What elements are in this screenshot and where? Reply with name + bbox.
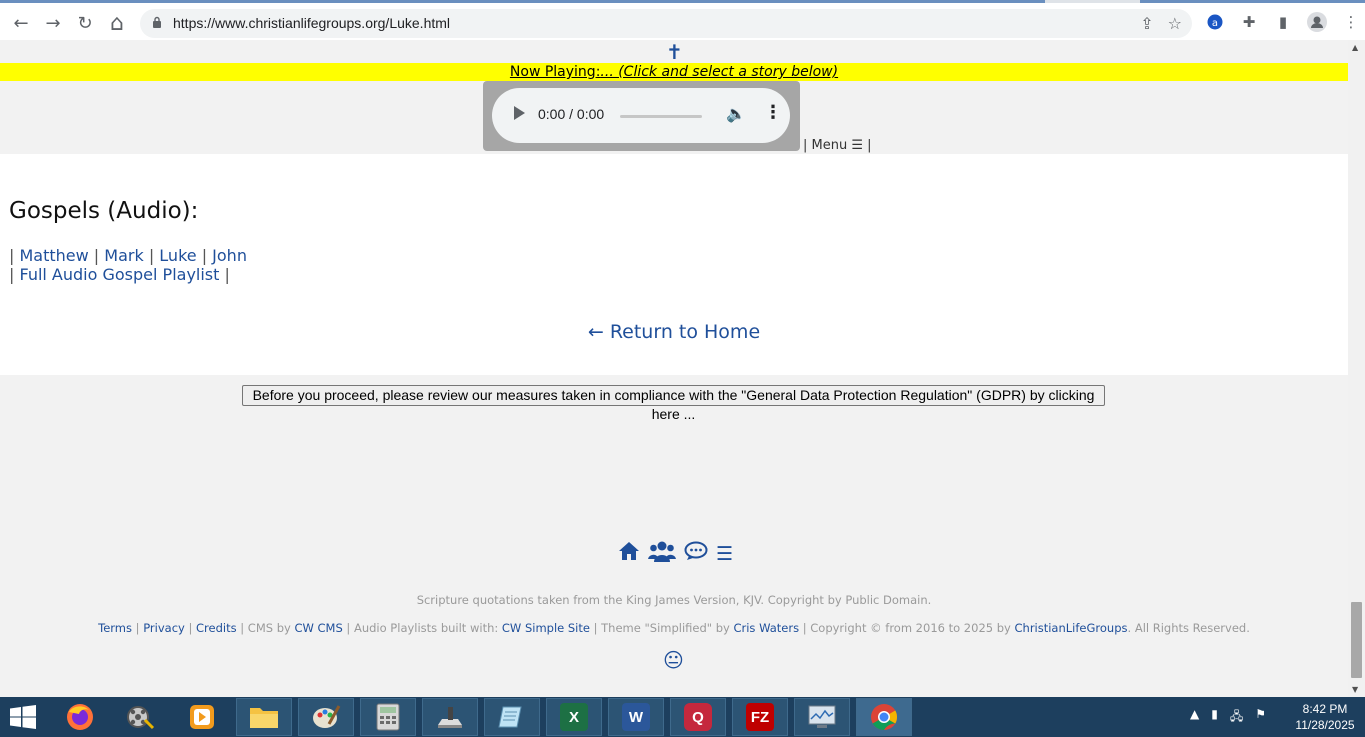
theme-text: Theme "Simplified" by bbox=[601, 621, 730, 635]
gdpr-button[interactable]: Before you proceed, please review our me… bbox=[242, 385, 1105, 422]
svg-text:a: a bbox=[1212, 18, 1218, 29]
reload-button[interactable]: ↻ bbox=[73, 11, 97, 35]
scanner-taskbar-icon[interactable] bbox=[422, 698, 478, 736]
windows-taskbar: X W Q FZ ▲ ▮ 🖧 ⚑ 8:42 PM 11/28/2025 bbox=[0, 697, 1365, 737]
address-bar[interactable]: https://www.christianlifegroups.org/Luke… bbox=[140, 9, 1192, 38]
scroll-up-icon[interactable]: ▲ bbox=[1352, 43, 1358, 52]
chat-icon[interactable] bbox=[684, 541, 708, 566]
menu-suffix: | bbox=[863, 138, 872, 153]
christianlifegroups-link[interactable]: ChristianLifeGroups bbox=[1015, 621, 1128, 635]
tray-chevron-icon[interactable]: ▲ bbox=[1190, 707, 1199, 728]
clock-time: 8:42 PM bbox=[1302, 702, 1348, 716]
home-button[interactable]: ⌂ bbox=[105, 11, 129, 36]
player-taskbar-icon[interactable] bbox=[174, 698, 230, 736]
return-home-link-row: ← Return to Home bbox=[0, 321, 1348, 343]
play-icon[interactable] bbox=[514, 106, 525, 120]
url-text[interactable]: https://www.christianlifegroups.org/Luke… bbox=[173, 15, 450, 31]
star-icon[interactable]: ☆ bbox=[1168, 14, 1182, 33]
side-panel-icon[interactable]: ▮ bbox=[1272, 11, 1294, 33]
calculator-taskbar-icon[interactable] bbox=[360, 698, 416, 736]
home-icon[interactable] bbox=[618, 541, 640, 566]
extension-a-icon[interactable]: a bbox=[1204, 11, 1226, 33]
network-icon[interactable]: 🖧 bbox=[1230, 707, 1243, 728]
scroll-down-icon[interactable]: ▼ bbox=[1352, 685, 1358, 694]
cw-cms-link[interactable]: CW CMS bbox=[294, 621, 342, 635]
link-luke[interactable]: Luke bbox=[159, 246, 196, 265]
monitor-taskbar-icon[interactable] bbox=[794, 698, 850, 736]
system-tray: ▲ ▮ 🖧 ⚑ bbox=[1190, 707, 1266, 728]
back-button[interactable]: ← bbox=[9, 11, 33, 35]
footer-links: Terms | Privacy | Credits | CMS by CW CM… bbox=[98, 621, 1250, 635]
filezilla-taskbar-icon[interactable]: FZ bbox=[732, 698, 788, 736]
menu-icon[interactable]: ☰ bbox=[716, 543, 733, 565]
privacy-link[interactable]: Privacy bbox=[143, 621, 185, 635]
tab-strip bbox=[0, 0, 1045, 3]
profile-icon[interactable] bbox=[1306, 11, 1328, 33]
footer-icons: ☰ bbox=[618, 540, 733, 567]
word-taskbar-icon[interactable]: W bbox=[608, 698, 664, 736]
browser-toolbar: ← → ↻ ⌂ https://www.christianlifegroups.… bbox=[0, 0, 1365, 40]
clock-date: 11/28/2025 bbox=[1295, 718, 1355, 732]
seek-slider[interactable] bbox=[620, 115, 702, 118]
tab-strip-right bbox=[1140, 0, 1365, 3]
audio-player: 0:00 / 0:00 🔈 ⋮ bbox=[492, 88, 790, 143]
now-playing-value: ... (Click and select a story below) bbox=[600, 64, 839, 80]
now-playing-bar: Now Playing:... (Click and select a stor… bbox=[0, 63, 1348, 81]
tray-device-icon[interactable]: ▮ bbox=[1211, 707, 1218, 728]
users-icon[interactable] bbox=[648, 540, 676, 567]
menu-prefix: | bbox=[803, 138, 812, 153]
scroll-thumb[interactable] bbox=[1351, 602, 1362, 678]
cw-simple-site-link[interactable]: CW Simple Site bbox=[502, 621, 590, 635]
gospel-links: | Matthew | Mark | Luke | John | Full Au… bbox=[9, 246, 247, 284]
player-time: 0:00 / 0:00 bbox=[538, 106, 605, 122]
scripture-notice: Scripture quotations taken from the King… bbox=[416, 593, 932, 607]
now-playing-label: Now Playing: bbox=[509, 64, 601, 80]
menu-link-wrapper: | Menu ☰ | bbox=[803, 138, 872, 153]
media-taskbar-icon[interactable] bbox=[112, 698, 168, 736]
chrome-taskbar-icon[interactable] bbox=[856, 698, 912, 736]
share-icon[interactable]: ⇪ bbox=[1140, 14, 1153, 33]
link-full-playlist[interactable]: Full Audio Gospel Playlist bbox=[19, 265, 219, 284]
puzzle-icon[interactable]: ✚ bbox=[1238, 11, 1260, 33]
link-matthew[interactable]: Matthew bbox=[19, 246, 88, 265]
page-scrollbar[interactable]: ▲ ▼ bbox=[1348, 40, 1365, 697]
taskbar-clock[interactable]: 8:42 PM 11/28/2025 bbox=[1290, 701, 1360, 733]
notepad-taskbar-icon[interactable] bbox=[484, 698, 540, 736]
lock-icon bbox=[153, 16, 161, 28]
cross-icon: ✝ bbox=[666, 40, 683, 64]
rights-text: All Rights Reserved. bbox=[1134, 621, 1250, 635]
kebab-menu-icon[interactable]: ⋮ bbox=[1340, 11, 1362, 33]
cris-waters-link[interactable]: Cris Waters bbox=[733, 621, 799, 635]
paint-taskbar-icon[interactable] bbox=[298, 698, 354, 736]
page-viewport: ✝ Now Playing:... (Click and select a st… bbox=[0, 40, 1348, 697]
excel-taskbar-icon[interactable]: X bbox=[546, 698, 602, 736]
windows-start-icon[interactable] bbox=[8, 705, 38, 729]
terms-link[interactable]: Terms bbox=[98, 621, 132, 635]
file-explorer-taskbar-icon[interactable] bbox=[236, 698, 292, 736]
menu-link[interactable]: Menu ☰ bbox=[812, 138, 863, 153]
copyright-text: Copyright © from 2016 to 2025 by bbox=[810, 621, 1011, 635]
smiley-icon[interactable]: 😐 bbox=[663, 648, 684, 672]
flag-icon[interactable]: ⚑ bbox=[1255, 707, 1266, 728]
playlists-built-text: Audio Playlists built with: bbox=[353, 621, 499, 635]
volume-icon[interactable]: 🔈 bbox=[726, 104, 746, 123]
credits-link[interactable]: Credits bbox=[196, 621, 237, 635]
link-mark[interactable]: Mark bbox=[104, 246, 143, 265]
main-content: Gospels (Audio): | Matthew | Mark | Luke… bbox=[0, 154, 1348, 375]
link-john[interactable]: John bbox=[212, 246, 247, 265]
firefox-taskbar-icon[interactable] bbox=[52, 698, 108, 736]
quicken-taskbar-icon[interactable]: Q bbox=[670, 698, 726, 736]
forward-button[interactable]: → bbox=[41, 11, 65, 35]
cms-by-text: CMS by bbox=[247, 621, 291, 635]
more-options-icon[interactable]: ⋮ bbox=[764, 102, 782, 123]
section-title: Gospels (Audio): bbox=[9, 198, 199, 224]
return-home-link[interactable]: ← Return to Home bbox=[588, 321, 760, 343]
audio-player-frame: 0:00 / 0:00 🔈 ⋮ bbox=[483, 81, 800, 151]
